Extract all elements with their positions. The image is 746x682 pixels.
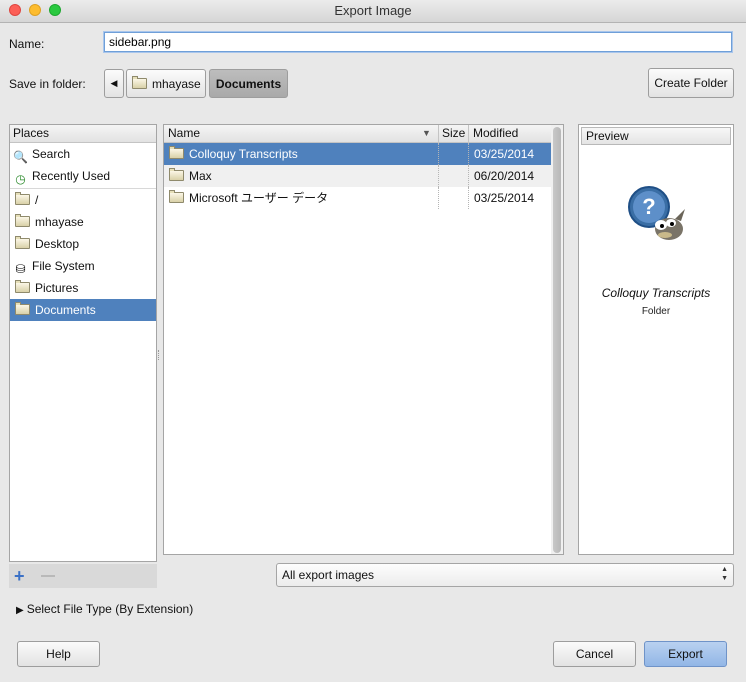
- folder-icon: [15, 236, 30, 249]
- place-item-documents[interactable]: Documents: [10, 299, 156, 321]
- file-modified: 03/25/2014: [474, 191, 535, 205]
- file-row[interactable]: Microsoft ユーザー データ 03/25/2014: [164, 187, 563, 209]
- path-button-label: mhayase: [152, 76, 201, 91]
- file-list-header: Name ▼ Size Modified: [164, 125, 563, 143]
- place-label: Documents: [35, 303, 96, 317]
- path-button-label: Documents: [215, 76, 282, 91]
- place-item-pictures[interactable]: Pictures: [10, 277, 156, 299]
- search-icon: 🔍: [13, 150, 28, 164]
- expander-label: Select File Type (By Extension): [26, 602, 194, 616]
- place-item-file-system[interactable]: ⛁ File System: [10, 255, 156, 277]
- pane-splitter-handle[interactable]: [158, 350, 161, 360]
- places-toolbar: +: [9, 564, 157, 588]
- file-row[interactable]: Colloquy Transcripts 03/25/2014: [164, 143, 563, 165]
- folder-icon: [15, 302, 30, 315]
- file-filter-select[interactable]: All export images ▲ ▼: [276, 563, 734, 587]
- preview-header: Preview: [581, 127, 731, 145]
- remove-bookmark-button[interactable]: [41, 575, 55, 577]
- places-header: Places: [10, 125, 156, 143]
- help-button[interactable]: Help: [17, 641, 100, 667]
- column-divider[interactable]: [438, 125, 439, 142]
- select-file-type-expander[interactable]: ▶ Select File Type (By Extension): [16, 602, 193, 616]
- title-bar: Export Image: [0, 0, 746, 23]
- place-label: mhayase: [35, 215, 84, 229]
- gimp-question-icon: ?: [628, 186, 685, 240]
- column-header-name[interactable]: Name: [168, 125, 200, 142]
- preview-panel: Preview ? Colloquy Transcripts Folder: [578, 124, 734, 555]
- save-in-folder-label: Save in folder:: [9, 77, 86, 91]
- folder-icon: [15, 214, 30, 227]
- file-name: Colloquy Transcripts: [189, 147, 298, 161]
- place-label: Pictures: [35, 281, 79, 295]
- column-divider[interactable]: [468, 125, 469, 142]
- file-name: Max: [189, 169, 212, 183]
- column-header-size[interactable]: Size: [442, 125, 465, 142]
- cancel-button[interactable]: Cancel: [553, 641, 636, 667]
- window-title: Export Image: [334, 3, 412, 18]
- name-label: Name:: [9, 37, 45, 51]
- create-folder-button[interactable]: Create Folder: [648, 68, 734, 98]
- file-filter-value: All export images: [282, 568, 375, 582]
- path-back-button[interactable]: ◀: [104, 69, 124, 98]
- folder-icon: [132, 76, 147, 89]
- file-modified: 03/25/2014: [474, 147, 535, 161]
- file-row[interactable]: Max 06/20/2014: [164, 165, 563, 187]
- column-header-modified[interactable]: Modified: [473, 125, 518, 142]
- file-modified: 06/20/2014: [474, 169, 535, 183]
- place-label: Desktop: [35, 237, 80, 251]
- place-label: /: [35, 193, 39, 207]
- recent-icon: ◷: [15, 172, 26, 186]
- place-label: Search: [32, 147, 71, 161]
- folder-icon: [15, 280, 30, 293]
- file-list-scrollbar[interactable]: [551, 124, 564, 555]
- places-panel: Places 🔍 Search ◷ Recently Used / mhayase …: [9, 124, 157, 562]
- place-item-recently-used[interactable]: ◷ Recently Used: [10, 165, 156, 187]
- preview-subtitle: Folder: [641, 306, 671, 317]
- scrollbar-thumb[interactable]: [553, 127, 561, 553]
- disclosure-triangle-icon: ▶: [16, 605, 24, 616]
- folder-icon: [169, 146, 184, 159]
- sort-descending-icon: ▼: [422, 128, 431, 138]
- updown-arrow-icon: ▲ ▼: [721, 566, 728, 582]
- place-item-root[interactable]: /: [10, 189, 156, 211]
- place-item-search[interactable]: 🔍 Search: [10, 143, 156, 165]
- file-list: Name ▼ Size Modified Colloquy Transcript…: [163, 124, 564, 555]
- path-button-documents[interactable]: Documents: [209, 69, 288, 98]
- drive-icon: ⛁: [15, 262, 26, 276]
- triangle-left-icon: ◀: [110, 78, 118, 88]
- add-bookmark-button[interactable]: +: [14, 566, 25, 586]
- place-label: File System: [32, 259, 95, 273]
- place-label: Recently Used: [32, 169, 111, 183]
- folder-icon: [169, 168, 184, 181]
- path-button-mhayase[interactable]: mhayase: [126, 69, 206, 98]
- place-item-mhayase[interactable]: mhayase: [10, 211, 156, 233]
- folder-icon: [169, 190, 184, 203]
- filename-input[interactable]: [104, 32, 732, 52]
- svg-text:?: ?: [642, 194, 655, 219]
- preview-title: Colloquy Transcripts: [601, 286, 711, 300]
- folder-icon: [15, 192, 30, 205]
- place-item-desktop[interactable]: Desktop: [10, 233, 156, 255]
- file-name: Microsoft ユーザー データ: [189, 191, 329, 205]
- export-button[interactable]: Export: [644, 641, 727, 667]
